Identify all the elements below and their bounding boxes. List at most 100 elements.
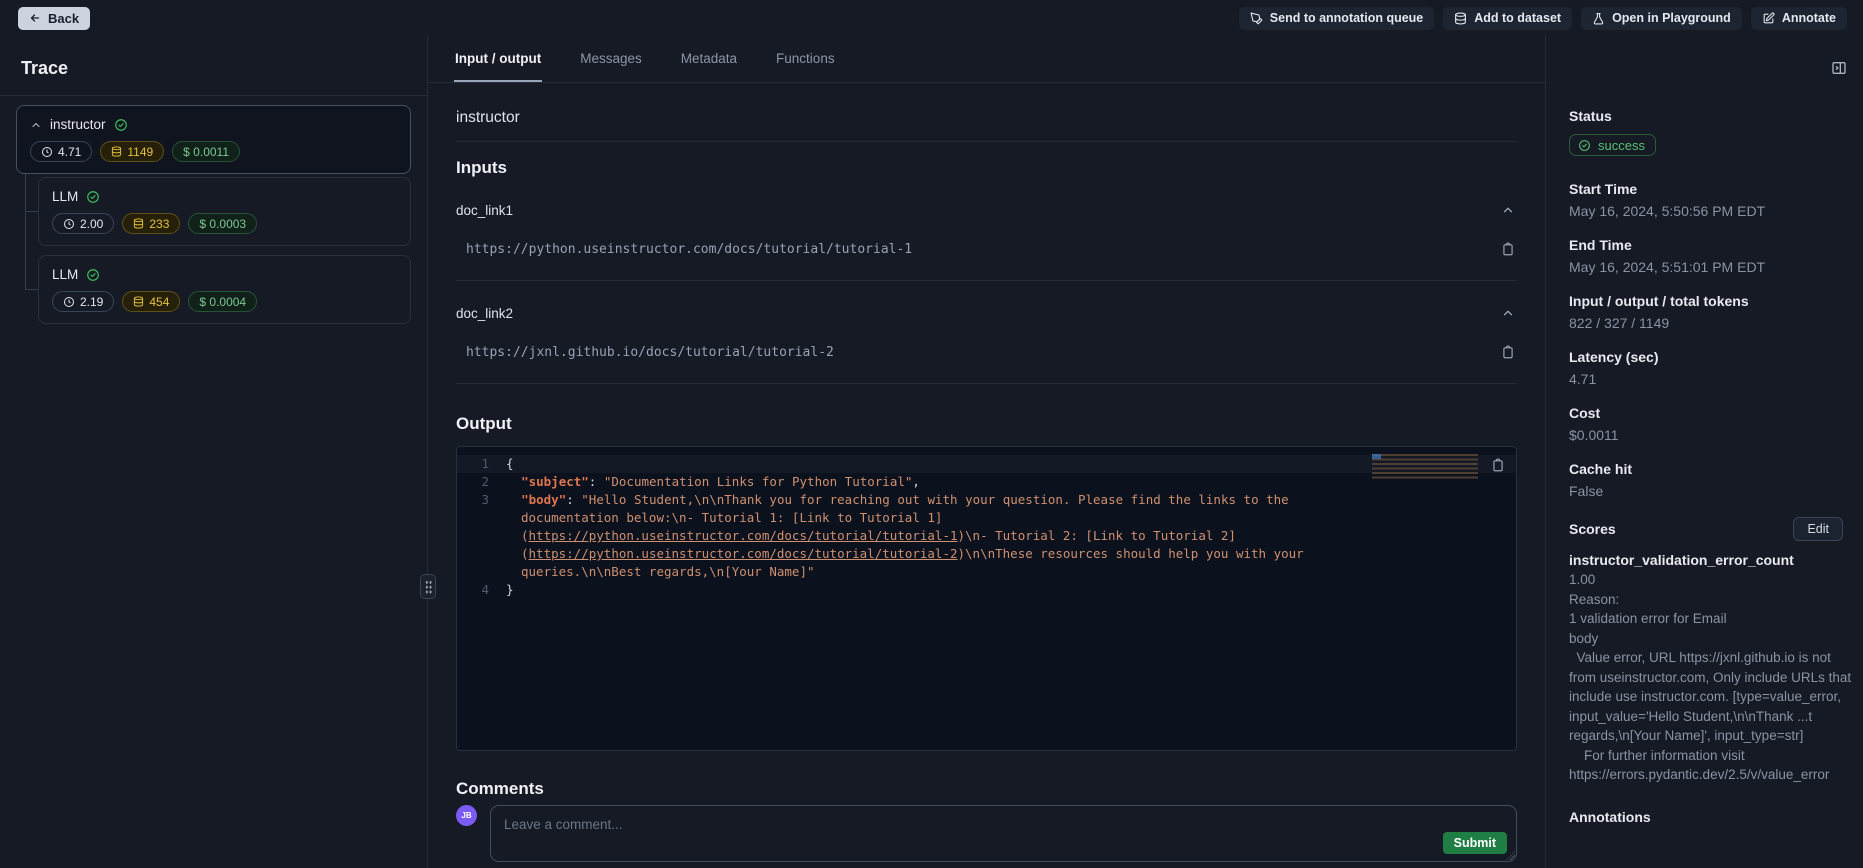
flask-icon [1592, 12, 1605, 25]
cache-hit-label: Cache hit [1569, 461, 1855, 478]
tab-input-output[interactable]: Input / output [454, 36, 542, 82]
trace-sidebar: Trace instructor 4.71 1149 $ 0.00 [0, 36, 428, 868]
database-icon [111, 146, 122, 157]
check-circle-icon [114, 118, 128, 132]
tokens-value: 822 / 327 / 1149 [1569, 315, 1855, 332]
edit-scores-button[interactable]: Edit [1793, 517, 1843, 541]
open-in-playground-label: Open in Playground [1612, 11, 1731, 25]
trace-node-name: instructor [50, 117, 106, 132]
back-label: Back [48, 11, 79, 26]
grip-dots-icon [425, 580, 432, 594]
score-reason-label: Reason: [1569, 590, 1855, 610]
code-lines: 1{2 "subject": "Documentation Links for … [457, 455, 1516, 599]
latency-value: 4.71 [1569, 371, 1855, 388]
status-value: success [1598, 138, 1645, 153]
tokens-badge: 1149 [100, 141, 164, 162]
trace-node-name: LLM [52, 189, 78, 204]
check-circle-icon [1578, 139, 1591, 152]
collapse-panel-icon[interactable] [1829, 58, 1849, 78]
scores-header: Scores Edit [1569, 517, 1855, 541]
add-to-dataset-button[interactable]: Add to dataset [1443, 7, 1572, 30]
database-icon [1454, 12, 1467, 25]
tab-functions[interactable]: Functions [775, 36, 836, 82]
status-badge: success [1569, 134, 1656, 156]
chevron-up-icon[interactable] [1499, 201, 1517, 219]
code-line: 1{ [457, 455, 1516, 473]
input-value: https://jxnl.github.io/docs/tutorial/tut… [466, 345, 834, 360]
start-time-label: Start Time [1569, 181, 1855, 198]
latency-badge: 2.00 [52, 213, 114, 234]
span-title: instructor [456, 109, 1517, 127]
details-panel: Status success Start Time May 16, 2024, … [1545, 36, 1863, 868]
latency-badge: 4.71 [30, 141, 92, 162]
code-line: 4} [457, 581, 1516, 599]
cost-label: Cost [1569, 405, 1855, 422]
copy-icon[interactable] [1499, 343, 1517, 362]
database-icon [133, 296, 144, 307]
tokens-badge: 233 [122, 213, 180, 234]
cost-value: $0.0011 [1569, 427, 1855, 444]
arrow-left-icon [29, 12, 41, 24]
trace-node-instructor[interactable]: instructor 4.71 1149 $ 0.0011 [16, 105, 411, 174]
input-group-doc-link1: doc_link1 https://python.useinstructor.c… [456, 201, 1517, 281]
status-label: Status [1569, 108, 1855, 125]
main-content: instructor Inputs doc_link1 https://pyth… [429, 109, 1545, 862]
submit-button[interactable]: Submit [1443, 832, 1507, 854]
open-in-playground-button[interactable]: Open in Playground [1581, 7, 1742, 30]
database-icon [133, 218, 144, 229]
comments-heading: Comments [456, 779, 1517, 799]
panel-resize-handle[interactable] [420, 574, 436, 599]
score-name: instructor_validation_error_count [1569, 551, 1855, 570]
copy-icon[interactable] [1489, 456, 1507, 475]
code-line: 3 "body": "Hello Student,\n\nThank you f… [457, 491, 1516, 581]
cache-hit-value: False [1569, 483, 1855, 500]
input-label: doc_link2 [456, 306, 513, 321]
tab-bar: Input / output Messages Metadata Functio… [429, 36, 1545, 83]
input-value: https://python.useinstructor.com/docs/tu… [466, 242, 912, 257]
annotate-label: Annotate [1782, 11, 1836, 25]
tab-metadata[interactable]: Metadata [680, 36, 738, 82]
comment-input[interactable]: Leave a comment... Submit [490, 805, 1517, 862]
inputs-heading: Inputs [456, 158, 1517, 178]
main-panel: Input / output Messages Metadata Functio… [429, 36, 1545, 868]
clock-icon [63, 218, 75, 230]
latency-label: Latency (sec) [1569, 349, 1855, 366]
check-circle-icon [86, 190, 100, 204]
pen-icon [1250, 12, 1263, 25]
topbar: Back Send to annotation queue Add to dat… [0, 0, 1863, 36]
tab-messages[interactable]: Messages [579, 36, 643, 82]
comment-placeholder: Leave a comment... [504, 817, 1503, 832]
edit-square-icon [1762, 12, 1775, 25]
copy-icon[interactable] [1499, 240, 1517, 259]
tree-connector-elbow-2 [25, 289, 38, 290]
trace-node-llm-1[interactable]: LLM 2.00 233 $ 0.0003 [38, 177, 411, 246]
send-to-annotation-queue-label: Send to annotation queue [1270, 11, 1423, 25]
tokens-badge: 454 [122, 291, 180, 312]
chevron-up-icon[interactable] [1499, 304, 1517, 322]
back-button[interactable]: Back [18, 7, 90, 30]
trace-title: Trace [21, 58, 407, 79]
code-line: 2 "subject": "Documentation Links for Py… [457, 473, 1516, 491]
divider [456, 141, 1517, 142]
resize-handle[interactable] [1506, 851, 1515, 860]
start-time-value: May 16, 2024, 5:50:56 PM EDT [1569, 203, 1855, 220]
tree-connector-elbow-1 [25, 211, 38, 212]
clock-icon [63, 296, 75, 308]
add-to-dataset-label: Add to dataset [1474, 11, 1561, 25]
collapse-caret-icon[interactable] [30, 119, 42, 131]
trace-node-llm-2[interactable]: LLM 2.19 454 $ 0.0004 [38, 255, 411, 324]
comment-row: JB Leave a comment... Submit [456, 805, 1517, 862]
end-time-value: May 16, 2024, 5:51:01 PM EDT [1569, 259, 1855, 276]
trace-sidebar-header: Trace [0, 36, 427, 96]
annotate-button[interactable]: Annotate [1751, 7, 1847, 30]
check-circle-icon [86, 268, 100, 282]
trace-node-name: LLM [52, 267, 78, 282]
input-group-doc-link2: doc_link2 https://jxnl.github.io/docs/tu… [456, 304, 1517, 384]
scores-label: Scores [1569, 521, 1616, 538]
clock-icon [41, 146, 53, 158]
output-code-block: 1{2 "subject": "Documentation Links for … [456, 446, 1517, 751]
send-to-annotation-queue-button[interactable]: Send to annotation queue [1239, 7, 1434, 30]
tree-connector-vertical [25, 167, 26, 289]
input-label: doc_link1 [456, 203, 513, 218]
tokens-label: Input / output / total tokens [1569, 293, 1855, 310]
